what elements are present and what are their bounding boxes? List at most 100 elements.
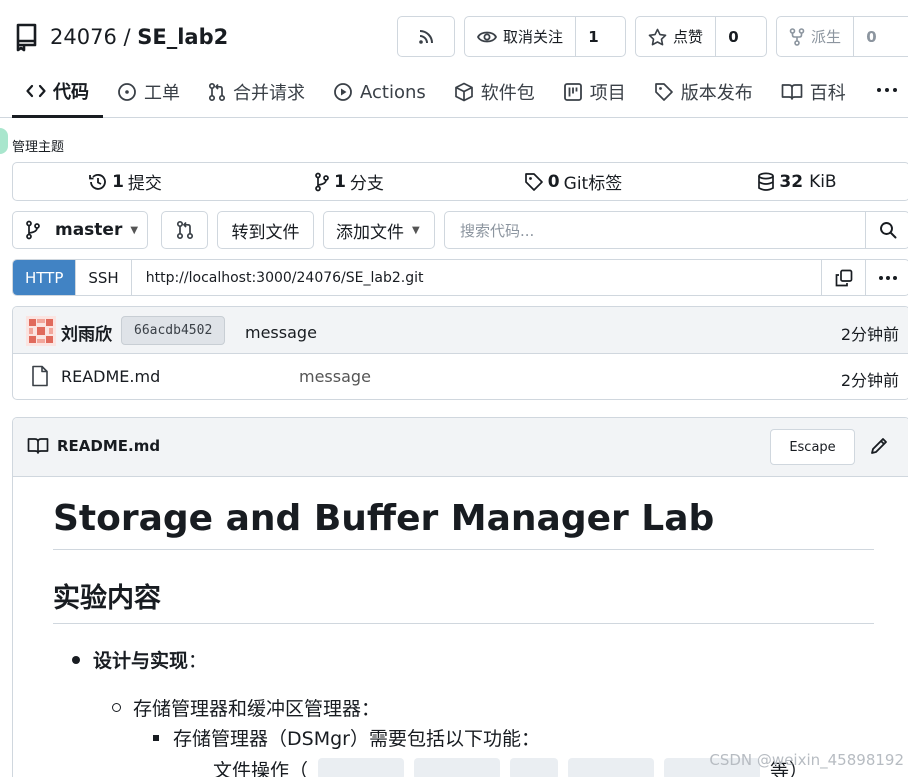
tab-label: 项目 xyxy=(589,83,626,104)
search-input[interactable]: 搜索代码... xyxy=(445,212,865,248)
tab-label: 软件包 xyxy=(480,83,535,104)
package-icon xyxy=(454,82,474,102)
file-commit-time: 2分钟前 xyxy=(840,371,899,390)
history-icon xyxy=(88,172,108,192)
tab-packages[interactable]: 软件包 xyxy=(440,66,549,118)
file-commit-message[interactable]: message xyxy=(299,367,371,386)
rss-button[interactable] xyxy=(397,16,455,57)
add-file-dropdown[interactable]: 添加文件 ▼ xyxy=(323,211,435,249)
repo-name[interactable]: SE_lab2 xyxy=(137,25,228,49)
branches-label: 分支 xyxy=(349,174,384,194)
list-item: 存储管理器（DSMgr）需要包括以下功能： xyxy=(53,724,874,754)
avatar[interactable] xyxy=(26,316,56,346)
commit-author[interactable]: 刘雨欣 xyxy=(61,320,112,345)
tab-releases[interactable]: 版本发布 xyxy=(640,66,767,118)
readme-title: README.md xyxy=(27,437,160,455)
tab-issues[interactable]: 工单 xyxy=(103,66,194,118)
tab-actions[interactable]: Actions xyxy=(319,66,440,118)
tab-projects[interactable]: 项目 xyxy=(549,66,640,118)
watermark: CSDN @weixin_45898192 xyxy=(709,751,904,769)
http-clone-button[interactable]: HTTP xyxy=(13,260,77,295)
play-icon xyxy=(333,82,353,102)
clone-more-button[interactable] xyxy=(865,260,908,295)
list-item-suffix: ： xyxy=(188,650,208,672)
list-item-bold: 设计与实现 xyxy=(93,650,189,672)
repo-name-link[interactable]: 24076 / SE_lab2 xyxy=(50,25,228,49)
file-name-link[interactable]: README.md xyxy=(61,367,160,386)
commits-stat[interactable]: 1 提交 xyxy=(13,163,237,200)
star-count[interactable]: 0 xyxy=(715,17,751,56)
tab-label: 版本发布 xyxy=(680,83,753,104)
tab-pull-requests[interactable]: 合并请求 xyxy=(194,66,319,118)
readme-heading-1: Storage and Buffer Manager Lab xyxy=(53,498,874,550)
branches-count: 1 xyxy=(334,171,346,192)
repo-icon xyxy=(14,22,40,52)
edit-icon[interactable] xyxy=(869,436,889,456)
tab-label: 工单 xyxy=(144,83,180,104)
size-value: 32 xyxy=(779,171,804,192)
database-icon xyxy=(757,172,775,192)
side-indicator xyxy=(0,128,8,154)
goto-file-button[interactable]: 转到文件 xyxy=(217,211,314,249)
tags-count: 0 xyxy=(547,171,560,192)
pull-request-icon xyxy=(176,220,194,240)
more-horizontal-icon xyxy=(878,275,898,281)
repo-owner[interactable]: 24076 xyxy=(50,25,117,49)
caret-down-icon: ▼ xyxy=(412,224,420,236)
star-button[interactable]: 点赞 0 xyxy=(635,16,767,57)
commit-sha-button[interactable]: 66acdb4502 xyxy=(121,316,226,345)
compare-button[interactable] xyxy=(161,211,208,249)
readme-heading-2: 实验内容 xyxy=(53,576,874,624)
repo-toolbar: master ▼ 转到文件 添加文件 ▼ 搜索代码... xyxy=(12,211,908,249)
list-item: 设计与实现： xyxy=(53,646,874,676)
readme-panel: README.md Escape Storage and Buffer Mana… xyxy=(12,417,908,777)
inline-code xyxy=(510,758,559,777)
search-icon xyxy=(879,221,897,239)
escape-button[interactable]: Escape xyxy=(770,429,855,465)
book-icon xyxy=(781,83,803,101)
repo-title: 24076 / SE_lab2 xyxy=(14,20,228,54)
issue-icon xyxy=(117,82,137,102)
size-stat: 32 KiB xyxy=(685,163,908,200)
branches-stat[interactable]: 1 分支 xyxy=(237,163,461,200)
clone-url-bar: HTTP SSH http://localhost:3000/24076/SE_… xyxy=(12,259,908,296)
list-item-prefix: 文件操作（ xyxy=(213,759,309,777)
repo-stats-bar: 1 提交 1 分支 0 Git标签 32 KiB xyxy=(12,162,908,201)
add-file-label: 添加文件 xyxy=(336,222,404,243)
tab-label: 合并请求 xyxy=(233,83,305,104)
tab-label: Actions xyxy=(360,81,426,103)
rss-icon xyxy=(417,28,435,46)
tags-label: Git标签 xyxy=(563,174,623,194)
commit-message[interactable]: message xyxy=(245,323,317,342)
inline-code xyxy=(414,758,501,777)
more-horizontal-icon xyxy=(876,87,898,93)
star-icon xyxy=(648,28,667,46)
unwatch-label: 取消关注 xyxy=(503,28,564,46)
branch-icon xyxy=(25,220,41,240)
code-icon xyxy=(26,83,46,99)
clone-url-input[interactable]: http://localhost:3000/24076/SE_lab2.git xyxy=(132,260,821,295)
repo-header: 24076 / SE_lab2 取消关注 1 点赞 0 派生 0 代码 工单 合… xyxy=(0,0,908,118)
tab-code[interactable]: 代码 xyxy=(12,66,103,118)
branch-selector[interactable]: master ▼ xyxy=(12,211,148,249)
watch-count[interactable]: 1 xyxy=(575,17,611,56)
manage-topics-link[interactable]: 管理主题 xyxy=(12,136,64,155)
tags-stat[interactable]: 0 Git标签 xyxy=(461,163,685,200)
branch-icon xyxy=(314,172,330,192)
ssh-clone-button[interactable]: SSH xyxy=(76,260,132,295)
project-icon xyxy=(563,82,583,102)
commits-count: 1 xyxy=(112,171,124,192)
repo-separator: / xyxy=(116,25,138,49)
unwatch-button[interactable]: 取消关注 1 xyxy=(464,16,626,57)
readme-filename: README.md xyxy=(57,437,161,455)
more-tabs-button[interactable] xyxy=(870,74,904,106)
fork-button[interactable]: 派生 0 xyxy=(776,16,908,57)
search-button[interactable] xyxy=(865,212,908,248)
star-label: 点赞 xyxy=(673,28,704,46)
commit-time: 2分钟前 xyxy=(840,325,899,344)
fork-count[interactable]: 0 xyxy=(853,17,889,56)
tab-wiki[interactable]: 百科 xyxy=(767,66,860,118)
copy-url-button[interactable] xyxy=(821,260,865,295)
branch-name: master xyxy=(55,220,123,240)
copy-icon xyxy=(835,269,853,287)
